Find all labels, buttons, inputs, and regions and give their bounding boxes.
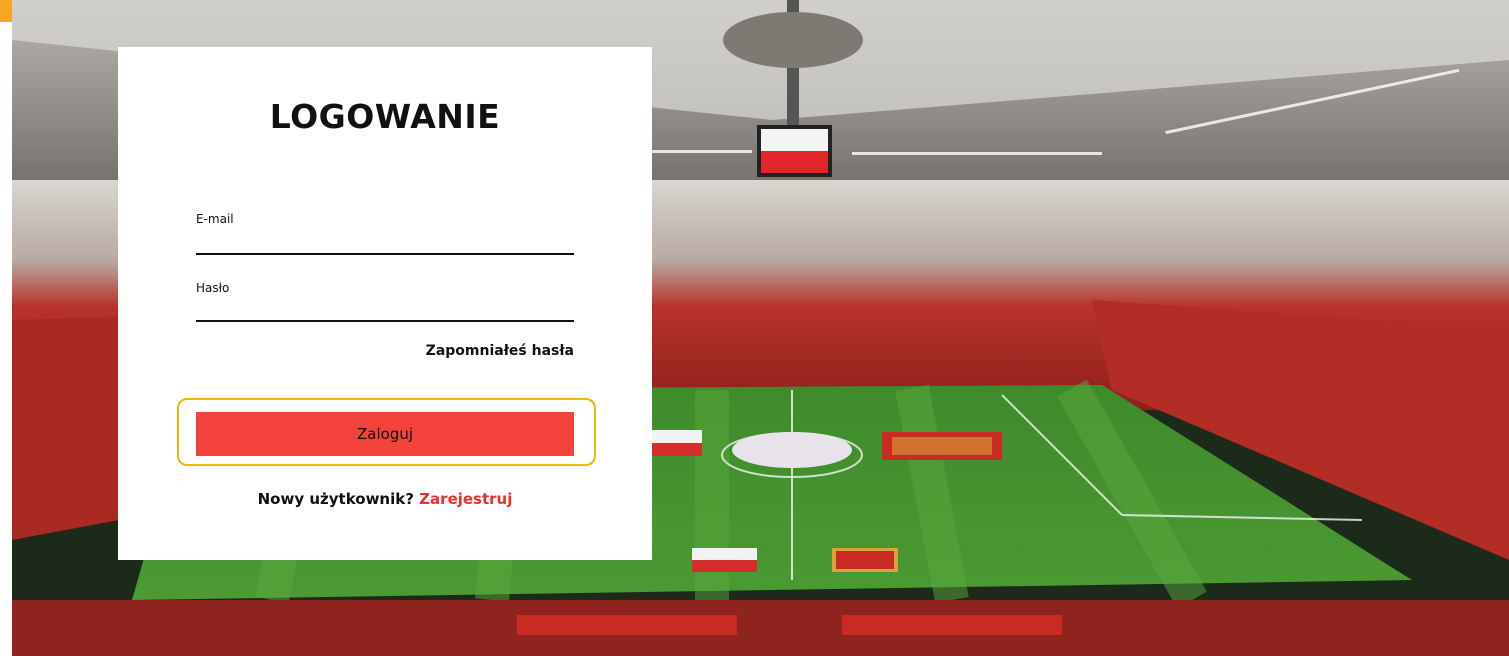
password-label: Hasło [196,281,230,295]
register-link[interactable]: Zarejestruj [419,490,512,508]
email-underline [196,253,574,255]
left-edge-strip [0,0,12,656]
email-field[interactable] [196,231,574,253]
forgot-password-link[interactable]: Zapomniałeś hasła [426,343,574,359]
new-user-text: Nowy użytkownik? [257,490,414,508]
password-field[interactable] [196,298,574,320]
login-button[interactable]: Zaloguj [196,412,574,456]
orange-accent-marker [0,0,12,22]
login-title: LOGOWANIE [269,97,501,136]
register-prompt: Nowy użytkownik? Zarejestruj [118,490,652,508]
email-label: E-mail [196,212,234,226]
password-underline [196,320,574,322]
